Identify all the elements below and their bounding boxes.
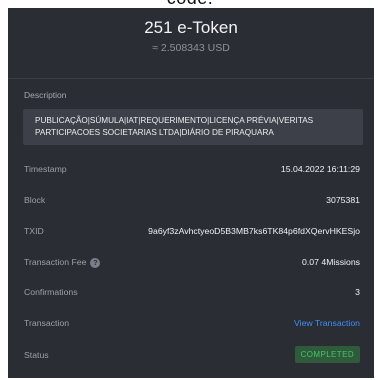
- status-badge: COMPLETED: [294, 346, 360, 363]
- row-txid: TXID 9a6yf3zAvhctyeoD5B3MB7ks6TK84p6fdXQ…: [24, 226, 360, 240]
- txid-value[interactable]: 9a6yf3zAvhctyeoD5B3MB7ks6TK84p6fdXQervHK…: [148, 226, 360, 236]
- timestamp-label: Timestamp: [24, 164, 67, 174]
- question-circle-icon[interactable]: ?: [90, 257, 101, 268]
- confirmations-label: Confirmations: [24, 287, 78, 297]
- view-transaction-link[interactable]: View Transaction: [294, 318, 360, 328]
- token-amount: 251 e-Token: [144, 18, 238, 37]
- status-label: Status: [24, 350, 49, 360]
- transaction-fee-value: 0.07 4Missions: [302, 257, 360, 267]
- row-confirmations: Confirmations 3: [24, 287, 360, 301]
- cut-off-header-text-strip: code.: [0, 0, 380, 8]
- block-label: Block: [24, 195, 46, 205]
- transaction-fee-label: Transaction Fee: [24, 257, 87, 267]
- row-status: Status COMPLETED: [24, 346, 360, 364]
- confirmations-value: 3: [355, 287, 360, 297]
- cut-off-header-text: code.: [0, 0, 380, 8]
- usd-equivalent: ≈ 2.508343 USD: [152, 42, 230, 54]
- row-transaction-fee: Transaction Fee? 0.07 4Missions: [24, 257, 360, 271]
- transaction-details-panel: 251 e-Token ≈ 2.508343 USD Description P…: [8, 8, 374, 378]
- description-label: Description: [24, 90, 67, 100]
- transaction-fee-label-group: Transaction Fee?: [24, 257, 101, 268]
- txid-label: TXID: [24, 226, 44, 236]
- block-value: 3075381: [326, 195, 360, 205]
- description-text: PUBLICAÇÃO|SÚMULA|IAT|REQUERIMENTO|LICEN…: [35, 116, 314, 137]
- row-block: Block 3075381: [24, 195, 360, 209]
- description-box: PUBLICAÇÃO|SÚMULA|IAT|REQUERIMENTO|LICEN…: [23, 109, 363, 145]
- row-timestamp: Timestamp 15.04.2022 16:11:29: [24, 164, 360, 178]
- transaction-label: Transaction: [24, 318, 70, 328]
- divider: [8, 78, 374, 79]
- timestamp-value: 15.04.2022 16:11:29: [280, 164, 360, 174]
- row-transaction: Transaction View Transaction: [24, 318, 360, 332]
